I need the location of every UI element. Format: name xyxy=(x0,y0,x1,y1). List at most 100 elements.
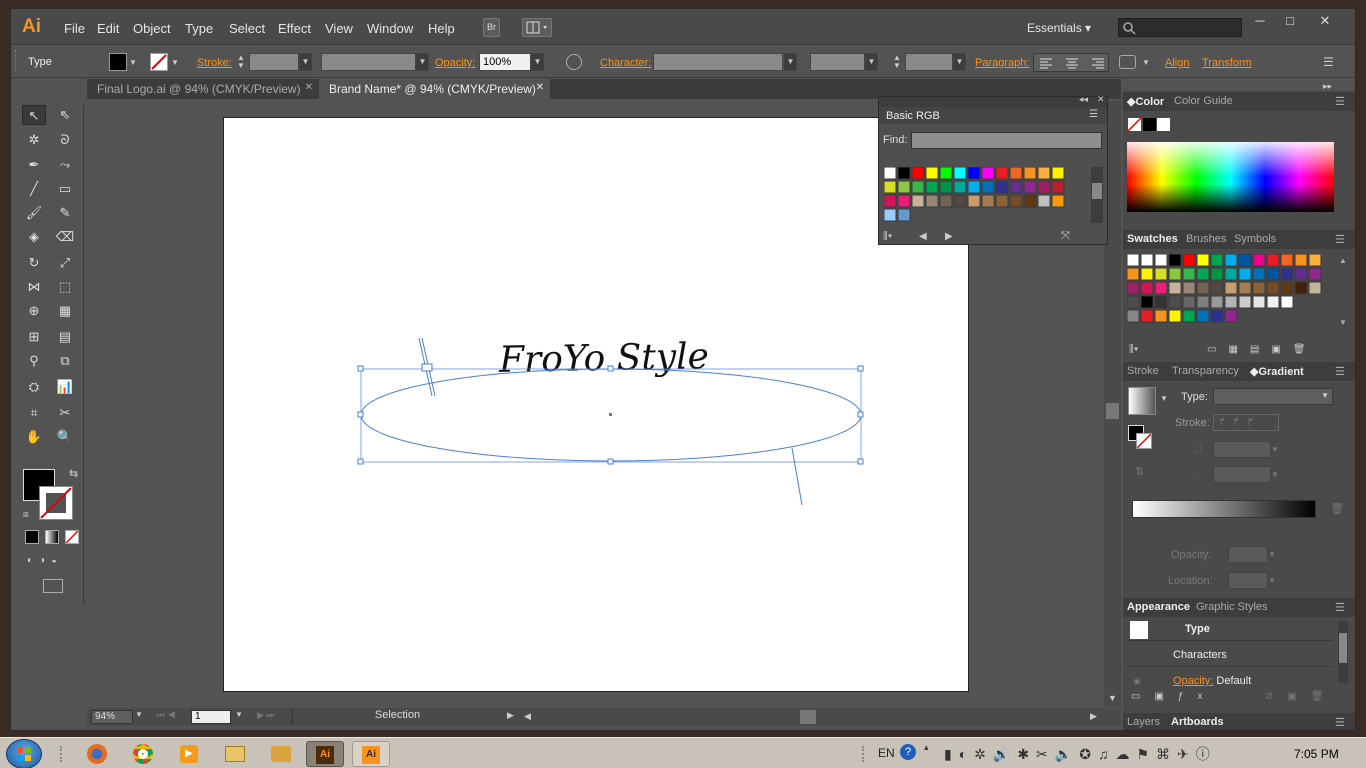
tab-swatches[interactable]: Swatches xyxy=(1127,233,1178,245)
width-tool-icon[interactable]: ⋈ xyxy=(22,277,46,297)
panel-menu-icon[interactable]: ☰ xyxy=(1323,55,1334,69)
swatch-actions-icons[interactable]: ▭▦▤▣🗑 xyxy=(1207,344,1318,355)
color-swatch[interactable] xyxy=(911,180,925,194)
stroke-color-box[interactable] xyxy=(39,486,73,520)
tab-graphic-styles[interactable]: Graphic Styles xyxy=(1196,601,1268,613)
color-swatch[interactable] xyxy=(1037,180,1051,194)
eraser-tool-icon[interactable]: ⌫ xyxy=(53,227,77,247)
color-swatch[interactable] xyxy=(1294,253,1308,267)
color-swatch[interactable] xyxy=(953,180,967,194)
zoom-level-input[interactable]: 94% xyxy=(91,710,133,724)
curved-text[interactable]: FroYo Style xyxy=(498,336,710,381)
illustrator-taskbar-icon-2[interactable]: Ai xyxy=(352,741,390,767)
perspective-grid-tool-icon[interactable]: ▦ xyxy=(53,301,77,321)
color-swatch[interactable] xyxy=(1051,166,1065,180)
color-swatch[interactable] xyxy=(1154,253,1168,267)
system-tray-icons[interactable]: ▮◐✲🔊✱✂🔈✪♫☁⚑⌘✈ⓘ xyxy=(944,744,1217,764)
color-swatch[interactable] xyxy=(1210,267,1224,281)
variable-width-dropdown[interactable] xyxy=(321,53,416,71)
chevron-up-icon[interactable]: ▴ xyxy=(924,742,929,753)
color-swatch[interactable] xyxy=(1280,253,1294,267)
resize-handle[interactable] xyxy=(607,458,614,465)
color-swatch[interactable] xyxy=(1009,180,1023,194)
color-swatch[interactable] xyxy=(897,208,911,222)
color-swatch[interactable] xyxy=(995,180,1009,194)
color-swatch[interactable] xyxy=(1023,180,1037,194)
color-swatch[interactable] xyxy=(939,194,953,208)
hand-tool-icon[interactable]: ✋ xyxy=(22,427,46,447)
chevron-down-icon[interactable]: ▼ xyxy=(1142,58,1150,67)
color-swatch[interactable] xyxy=(1252,295,1266,309)
color-swatch[interactable] xyxy=(1023,166,1037,180)
paintbrush-tool-icon[interactable]: 🖌 xyxy=(22,203,46,223)
previous-library-icon[interactable]: ◀ xyxy=(919,231,927,242)
color-swatch[interactable] xyxy=(1051,180,1065,194)
color-swatch[interactable] xyxy=(981,166,995,180)
resize-handle[interactable] xyxy=(857,458,864,465)
color-swatch[interactable] xyxy=(1168,281,1182,295)
gradient-mode-icon[interactable] xyxy=(45,530,59,544)
bridge-button[interactable]: Br xyxy=(483,18,500,37)
appearance-row-characters[interactable]: Characters xyxy=(1127,643,1333,667)
gradient-stroke-box[interactable] xyxy=(1136,433,1152,449)
color-swatch[interactable] xyxy=(1182,267,1196,281)
free-transform-tool-icon[interactable]: ⬚ xyxy=(53,277,77,297)
color-swatch[interactable] xyxy=(1294,267,1308,281)
scale-tool-icon[interactable]: ⤢ xyxy=(53,253,77,273)
black-swatch[interactable] xyxy=(1143,118,1156,131)
color-swatch[interactable] xyxy=(1238,281,1252,295)
color-swatch[interactable] xyxy=(1009,194,1023,208)
status-menu-arrow-icon[interactable]: ▶ xyxy=(507,710,514,721)
color-swatch[interactable] xyxy=(1294,281,1308,295)
align-label[interactable]: Align xyxy=(1165,57,1189,69)
tab-color-guide[interactable]: Color Guide xyxy=(1174,95,1233,107)
color-swatch[interactable] xyxy=(1224,267,1238,281)
help-icon[interactable]: ? xyxy=(900,744,916,760)
close-icon[interactable]: ✕ xyxy=(536,82,544,93)
color-swatch[interactable] xyxy=(1126,281,1140,295)
angle-input[interactable] xyxy=(1213,441,1271,458)
scroll-down-icon[interactable]: ▼ xyxy=(1339,318,1347,327)
color-mode-icon[interactable] xyxy=(25,530,39,544)
menu-help[interactable]: Help xyxy=(428,21,455,36)
artboard-number-input[interactable]: 1 xyxy=(191,710,231,724)
menu-edit[interactable]: Edit xyxy=(97,21,119,36)
color-swatch[interactable] xyxy=(1252,253,1266,267)
panel-menu-icon[interactable]: ☰ xyxy=(1335,95,1345,108)
swatch-scrollbar[interactable] xyxy=(1091,167,1103,223)
chevron-down-icon[interactable]: ▼ xyxy=(1271,441,1283,458)
color-swatch[interactable] xyxy=(1051,194,1065,208)
appearance-scrollbar[interactable] xyxy=(1338,621,1348,683)
color-swatch[interactable] xyxy=(911,166,925,180)
chevron-down-icon[interactable]: ▼ xyxy=(1160,394,1168,403)
rectangle-tool-icon[interactable]: ▭ xyxy=(53,179,77,199)
color-swatch[interactable] xyxy=(883,180,897,194)
color-swatch[interactable] xyxy=(1168,253,1182,267)
panel-grip[interactable]: ◂◂ ✕ xyxy=(879,94,1107,107)
character-label[interactable]: Character: xyxy=(600,57,651,69)
menu-view[interactable]: View xyxy=(325,21,353,36)
color-swatch[interactable] xyxy=(1266,267,1280,281)
color-swatch[interactable] xyxy=(1154,267,1168,281)
panel-menu-icon[interactable]: ☰ xyxy=(1335,601,1345,614)
color-swatch[interactable] xyxy=(883,166,897,180)
color-swatch[interactable] xyxy=(1266,253,1280,267)
color-swatch[interactable] xyxy=(981,180,995,194)
color-swatch[interactable] xyxy=(995,166,1009,180)
color-swatch[interactable] xyxy=(1140,295,1154,309)
pen-tool-icon[interactable]: ✒ xyxy=(22,155,46,175)
color-swatch[interactable] xyxy=(925,166,939,180)
tab-final-logo[interactable]: Final Logo.ai @ 94% (CMYK/Preview) ✕ xyxy=(87,79,319,99)
scrollbar-thumb[interactable] xyxy=(800,710,816,724)
close-icon[interactable]: ✕ xyxy=(305,82,313,93)
scrollbar-thumb[interactable] xyxy=(1339,633,1347,663)
color-swatch[interactable] xyxy=(1238,295,1252,309)
workspace-switcher[interactable]: Essentials ▾ xyxy=(1027,21,1091,35)
close-icon[interactable]: ✕ xyxy=(1097,94,1105,105)
chevron-down-icon[interactable]: ▼ xyxy=(1268,546,1280,563)
next-artboard-icons[interactable]: ▶ ⏭ xyxy=(257,710,275,721)
color-swatch[interactable] xyxy=(1168,309,1182,323)
fill-swatch[interactable] xyxy=(109,53,127,71)
none-mode-icon[interactable] xyxy=(65,530,79,544)
stroke-label[interactable]: Stroke: xyxy=(197,57,232,69)
